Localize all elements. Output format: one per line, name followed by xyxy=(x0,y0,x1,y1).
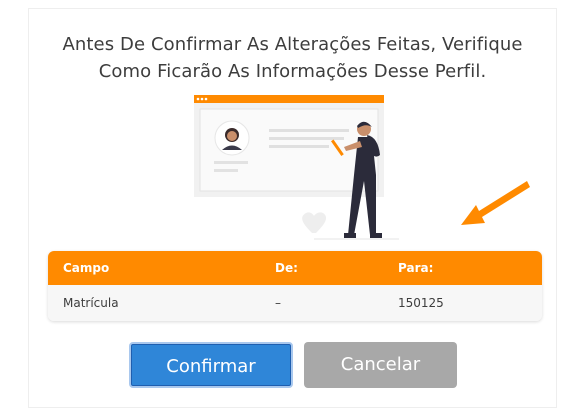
table-header-row: Campo De: Para: xyxy=(48,251,542,285)
table-row: Matrícula – 150125 xyxy=(48,285,542,321)
column-header-campo: Campo xyxy=(63,261,110,275)
cancel-button[interactable]: Cancelar xyxy=(304,342,457,388)
modal-title: Antes De Confirmar As Alterações Feitas,… xyxy=(29,31,556,85)
column-header-de: De: xyxy=(275,261,298,275)
modal-title-line-2: Como Ficarão As Informações Desse Perfil… xyxy=(98,61,487,82)
cell-de: – xyxy=(275,296,281,310)
person-editing-profile-illustration xyxy=(194,95,399,240)
modal-title-line-1: Antes De Confirmar As Alterações Feitas,… xyxy=(62,34,523,55)
cell-para: 150125 xyxy=(398,296,444,310)
cell-campo: Matrícula xyxy=(63,296,119,310)
arrow-icon xyxy=(461,181,530,225)
confirmation-modal: Antes De Confirmar As Alterações Feitas,… xyxy=(28,8,557,408)
column-header-para: Para: xyxy=(398,261,434,275)
changes-table: Campo De: Para: Matrícula – 150125 xyxy=(48,251,542,321)
confirm-button[interactable]: Confirmar xyxy=(129,342,293,388)
